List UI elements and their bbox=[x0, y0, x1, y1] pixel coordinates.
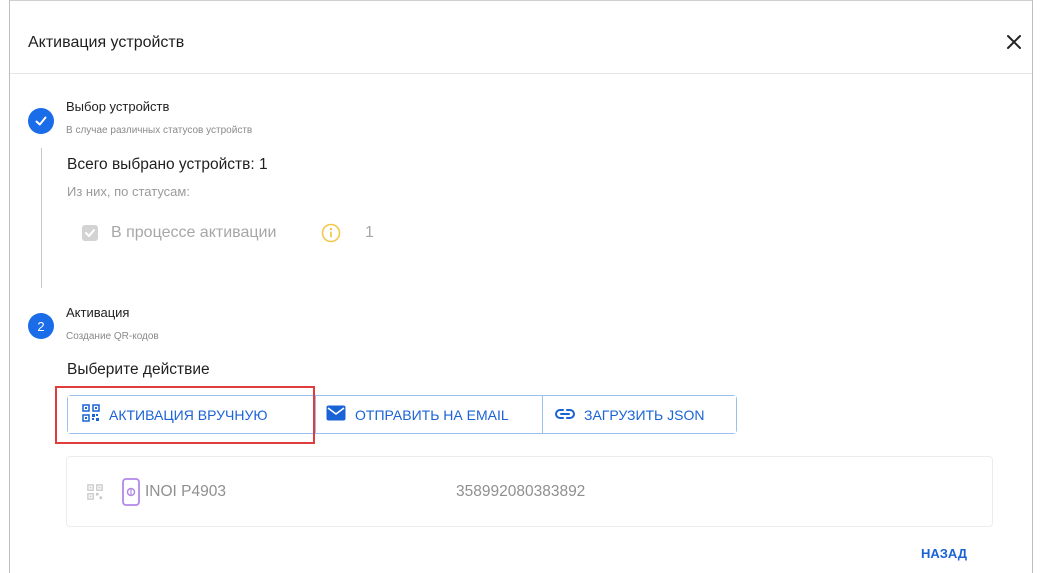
dialog-title: Активация устройств bbox=[28, 34, 185, 51]
total-selected-label: Всего выбрано устройств: 1 bbox=[67, 156, 268, 173]
status-checkbox[interactable] bbox=[82, 225, 98, 241]
upload-json-label: ЗАГРУЗИТЬ JSON bbox=[584, 406, 705, 423]
step1-subtitle: В случае различных статусов устройств bbox=[66, 125, 253, 136]
action-prompt: Выберите действие bbox=[67, 361, 210, 378]
link-icon bbox=[555, 407, 575, 423]
email-icon bbox=[326, 405, 346, 424]
info-icon[interactable] bbox=[321, 223, 341, 243]
send-email-label: ОТПРАВИТЬ НА EMAIL bbox=[355, 406, 509, 423]
device-card: INOI P4903 358992080383892 bbox=[66, 456, 993, 527]
step2-title: Активация bbox=[66, 305, 130, 320]
step2-subtitle: Создание QR-кодов bbox=[66, 331, 159, 342]
status-label-activation: В процессе активации bbox=[111, 224, 277, 241]
step1-title: Выбор устройств bbox=[66, 99, 170, 114]
device-qr-code-icon[interactable] bbox=[87, 484, 103, 500]
step2-number-badge: 2 bbox=[28, 313, 54, 339]
phone-icon bbox=[121, 478, 141, 506]
by-status-label: Из них, по статусам: bbox=[67, 184, 190, 199]
action-button-group: АКТИВАЦИЯ ВРУЧНУЮ ОТПРАВИТЬ НА EMAIL ЗАГ… bbox=[67, 395, 737, 434]
activation-dialog: Активация устройств Выбор устройств В сл… bbox=[9, 0, 1033, 573]
qr-code-icon bbox=[82, 404, 100, 425]
close-icon[interactable] bbox=[1004, 32, 1024, 52]
upload-json-button[interactable]: ЗАГРУЗИТЬ JSON bbox=[542, 396, 736, 433]
status-count: 1 bbox=[365, 224, 374, 241]
send-email-button[interactable]: ОТПРАВИТЬ НА EMAIL bbox=[315, 396, 542, 433]
back-button[interactable]: НАЗАД bbox=[921, 546, 967, 561]
device-name: INOI P4903 bbox=[145, 483, 226, 500]
device-imei: 358992080383892 bbox=[456, 483, 586, 500]
step-connector-line bbox=[41, 148, 42, 288]
dialog-header: Активация устройств bbox=[10, 1, 1032, 74]
step1-check-icon bbox=[28, 108, 54, 134]
manual-activation-button[interactable]: АКТИВАЦИЯ ВРУЧНУЮ bbox=[68, 396, 315, 433]
manual-activation-label: АКТИВАЦИЯ ВРУЧНУЮ bbox=[109, 406, 268, 423]
